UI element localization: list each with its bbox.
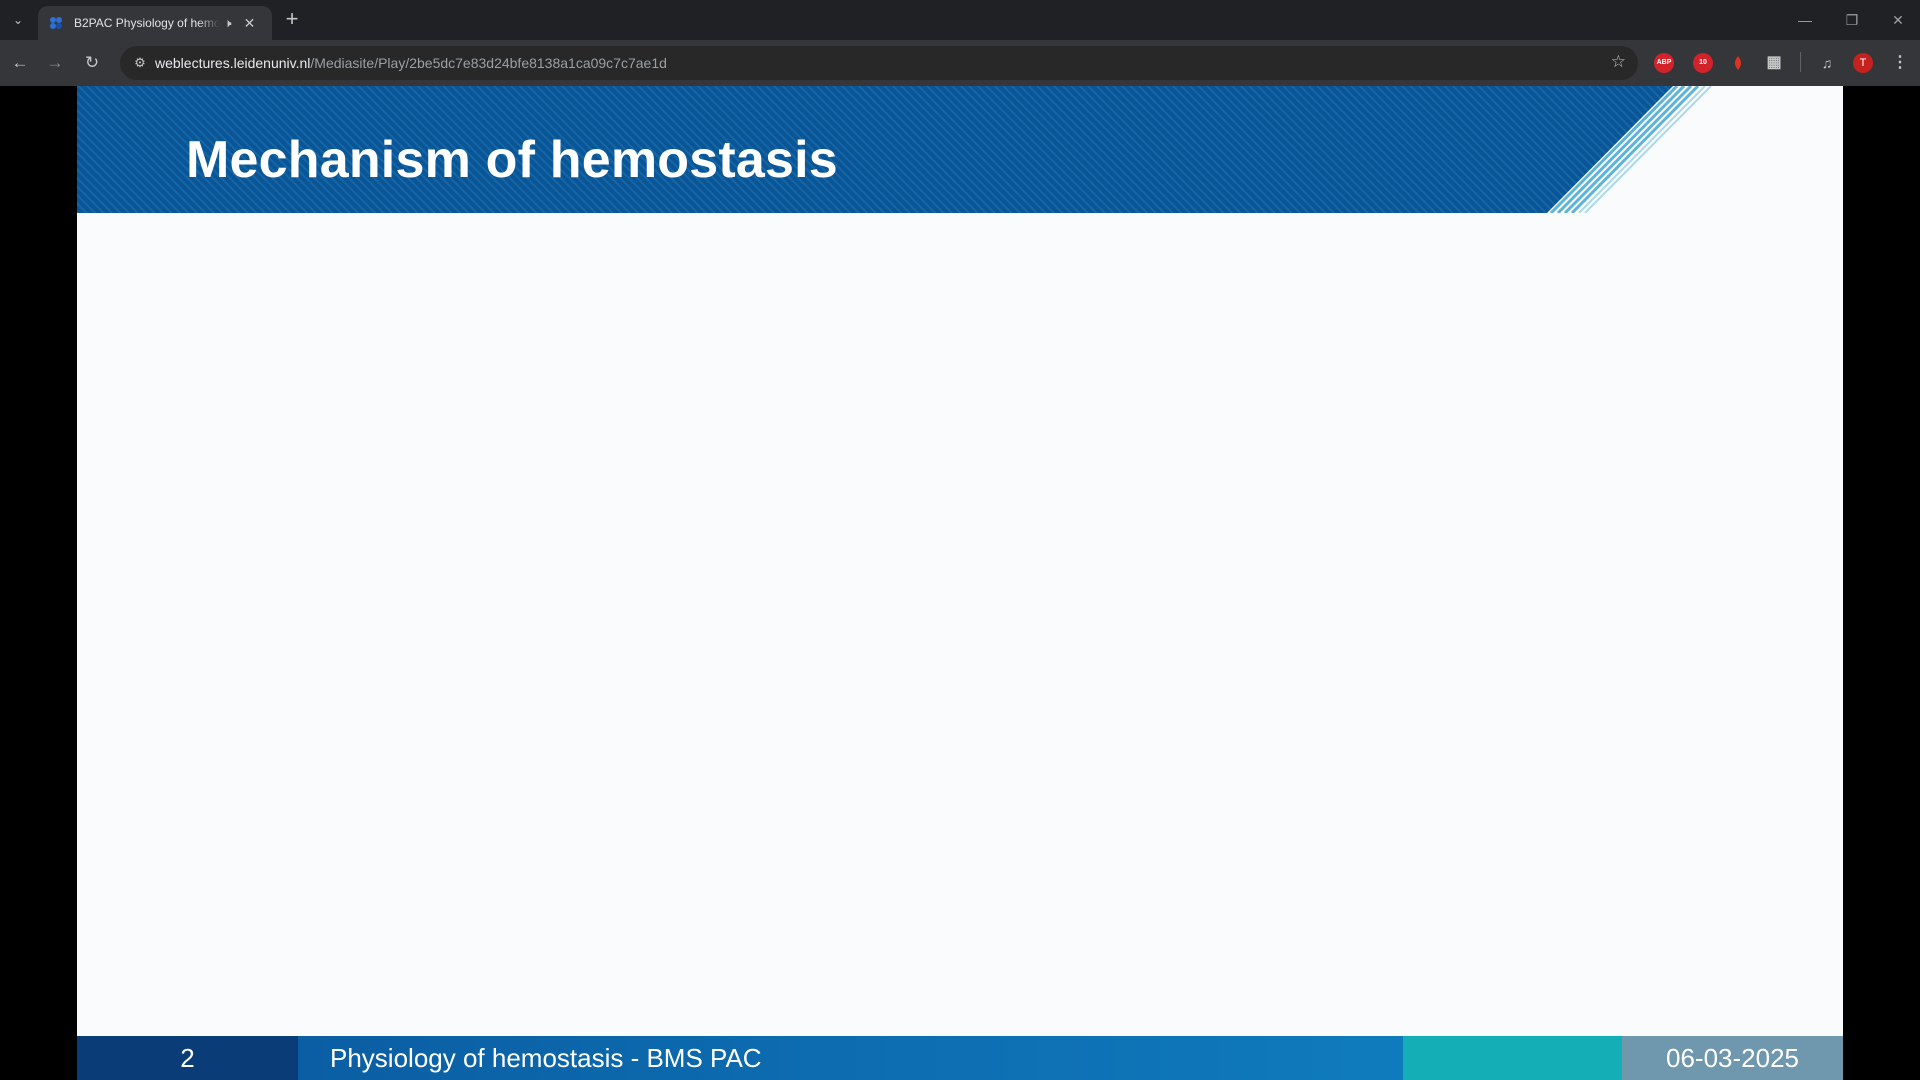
toolbar-divider <box>1800 52 1801 72</box>
url-text[interactable]: weblectures.leidenuniv.nl/Mediasite/Play… <box>155 55 667 71</box>
mediasite-favicon-icon <box>50 17 62 29</box>
extensions-puzzle-icon[interactable]: ▦ <box>1764 53 1784 73</box>
forward-button[interactable]: → <box>43 51 67 75</box>
tab-close-icon[interactable]: ✕ <box>244 15 256 32</box>
new-tab-button[interactable]: + <box>280 8 304 32</box>
browser-tab[interactable]: B2PAC Physiology of hemostasis 🕨 ✕ <box>38 6 272 40</box>
extension-red-icon[interactable] <box>1728 53 1748 73</box>
slide-title: Mechanism of hemostasis <box>186 131 838 189</box>
lecture-slide: Mechanism of hemostasis 2 Physiology of … <box>77 86 1843 1080</box>
extension-badge-icon[interactable]: 10 <box>1693 53 1713 73</box>
tab-search-button[interactable]: ⌄ <box>6 8 30 32</box>
adblock-plus-icon[interactable]: ABP <box>1654 53 1674 73</box>
profile-avatar[interactable]: T <box>1853 53 1873 73</box>
more-menu-icon[interactable]: ⋮ <box>1890 53 1910 73</box>
plus-icon: + <box>285 6 299 31</box>
site-info-icon[interactable]: ⚙ <box>128 51 152 75</box>
url-path: /Mediasite/Play/2be5dc7e83d24bfe8138a1ca… <box>310 55 667 71</box>
address-bar[interactable]: ⚙ weblectures.leidenuniv.nl/Mediasite/Pl… <box>120 46 1638 80</box>
minimize-button[interactable]: — <box>1790 8 1820 32</box>
slide-date: 06-03-2025 <box>1622 1036 1843 1080</box>
back-button[interactable]: ← <box>8 51 32 75</box>
reload-button[interactable]: ↻ <box>80 51 104 75</box>
restore-button[interactable]: ❐ <box>1837 8 1867 32</box>
slide-page-number: 2 <box>77 1036 298 1080</box>
media-control-icon[interactable]: ♫ <box>1817 53 1837 73</box>
bookmark-star-icon[interactable]: ☆ <box>1611 52 1626 72</box>
slide-footer-title: Physiology of hemostasis - BMS PAC <box>298 1036 1403 1080</box>
browser-toolbar: ← → ↻ ⚙ weblectures.leidenuniv.nl/Medias… <box>0 40 1920 86</box>
tab-strip: ⌄ B2PAC Physiology of hemostasis 🕨 ✕ + —… <box>0 0 1920 40</box>
chevron-down-icon: ⌄ <box>12 13 24 27</box>
speaker-icon[interactable]: 🕨 <box>224 16 232 31</box>
tab-title: B2PAC Physiology of hemostasis <box>74 16 220 30</box>
window-close-button[interactable]: ✕ <box>1883 8 1913 32</box>
footer-accent-block <box>1403 1036 1622 1080</box>
url-host: weblectures.leidenuniv.nl <box>155 55 311 71</box>
slide-footer: 2 Physiology of hemostasis - BMS PAC 06-… <box>77 1036 1843 1080</box>
